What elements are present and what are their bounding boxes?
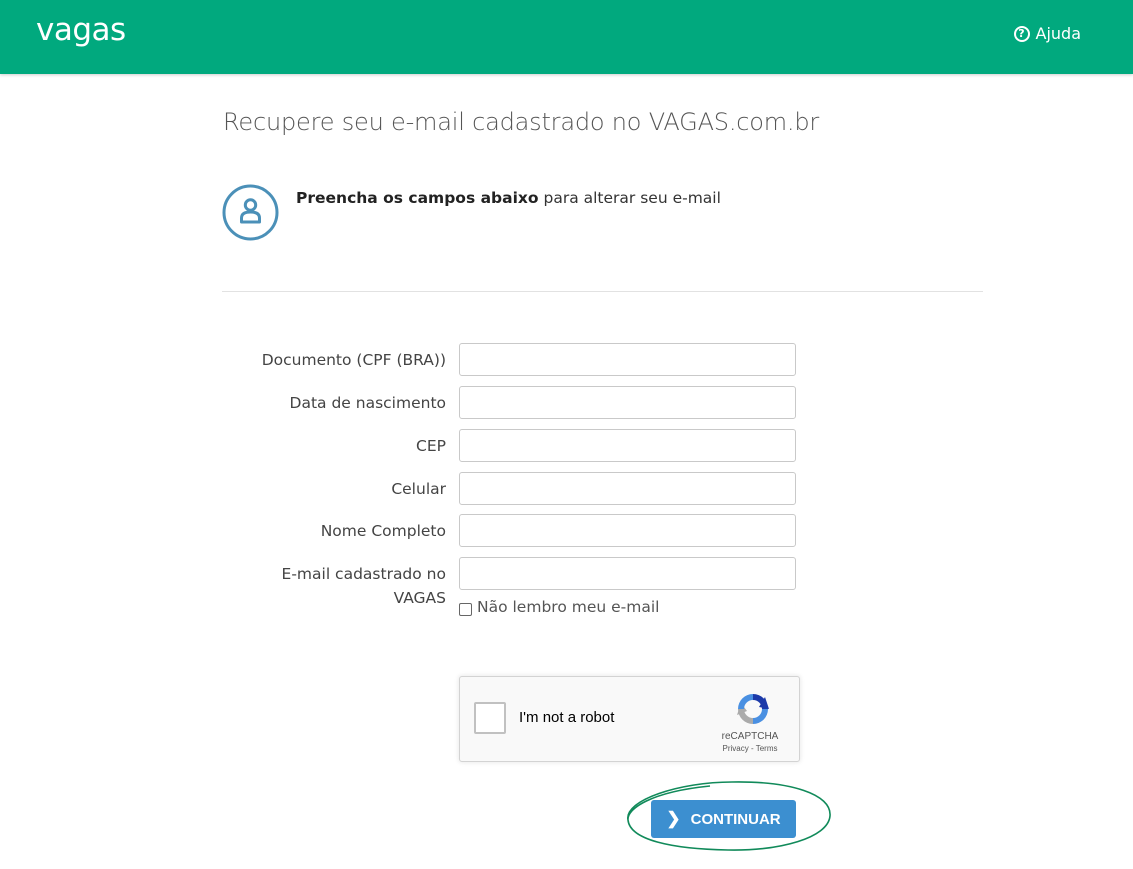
help-link[interactable]: ? Ajuda <box>1013 24 1082 43</box>
phone-input[interactable] <box>459 472 796 505</box>
continue-label: CONTINUAR <box>690 810 781 828</box>
intro-rest: para alterar seu e-mail <box>538 189 721 207</box>
recaptcha-logo-icon <box>737 694 769 724</box>
recaptcha-checkbox[interactable] <box>474 702 506 734</box>
cpf-label: Documento (CPF (BRA)) <box>261 351 446 369</box>
help-icon: ? <box>1013 25 1030 42</box>
recaptcha-brand: reCAPTCHA <box>721 731 779 742</box>
cep-input[interactable] <box>459 429 796 462</box>
forgot-email-row[interactable]: Não lembro meu e-mail <box>459 598 659 616</box>
fullname-label: Nome Completo <box>320 522 446 540</box>
section-divider <box>222 291 983 292</box>
birthdate-label: Data de nascimento <box>289 394 446 412</box>
top-header: vagas ? Ajuda <box>0 0 1133 74</box>
recaptcha-links: Privacy - Terms <box>700 744 800 753</box>
email-input[interactable] <box>459 557 796 590</box>
birthdate-input[interactable] <box>459 386 796 419</box>
help-label: Ajuda <box>1035 24 1082 43</box>
intro-text: Preencha os campos abaixo para alterar s… <box>296 189 721 207</box>
phone-label: Celular <box>391 480 446 498</box>
person-icon <box>222 184 279 241</box>
forgot-email-label[interactable]: Não lembro meu e-mail <box>477 598 659 616</box>
continue-button[interactable]: ❯ CONTINUAR <box>651 800 796 838</box>
email-label: E-mail cadastrado no VAGAS <box>281 565 446 607</box>
privacy-link[interactable]: Privacy <box>723 744 749 753</box>
forgot-email-checkbox[interactable] <box>459 602 472 616</box>
cep-label: CEP <box>416 437 446 455</box>
links-separator: - <box>748 744 756 753</box>
chevron-right-icon: ❯ <box>666 809 681 828</box>
intro-bold: Preencha os campos abaixo <box>296 189 539 207</box>
recaptcha-label: I'm not a robot <box>519 709 615 726</box>
page-title: Recupere seu e-mail cadastrado no VAGAS.… <box>223 108 820 136</box>
cpf-input[interactable] <box>459 343 796 376</box>
vagas-logo[interactable]: vagas <box>36 10 126 50</box>
fullname-input[interactable] <box>459 514 796 547</box>
recaptcha-widget: I'm not a robot reCAPTCHA Privacy - Term… <box>459 676 800 762</box>
terms-link[interactable]: Terms <box>756 744 778 753</box>
